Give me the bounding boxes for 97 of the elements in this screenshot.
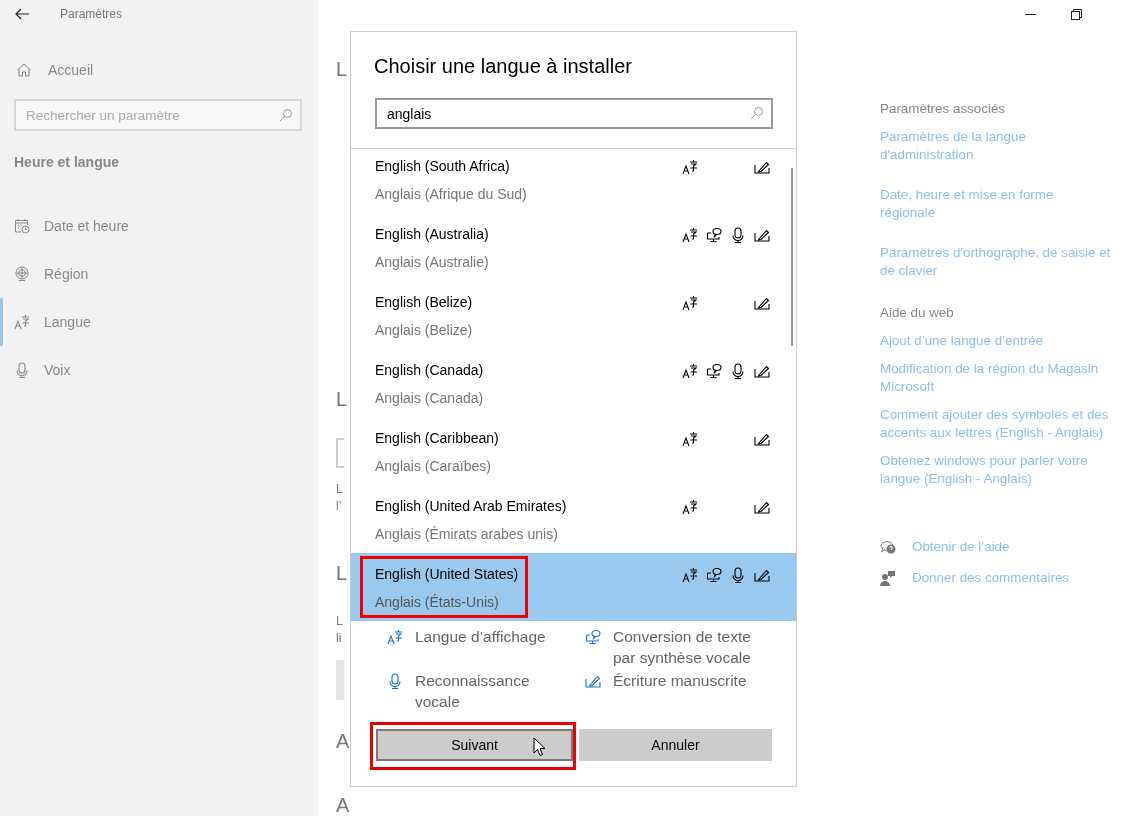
cancel-button[interactable]: Annuler — [579, 729, 772, 761]
sidebar-item[interactable]: Langue — [0, 298, 318, 346]
text-fragment: l’ — [336, 499, 343, 514]
language-native-name: Anglais (Australie) — [375, 253, 490, 272]
display-language-icon — [682, 567, 698, 583]
settings-link[interactable]: Paramètres de la langue d'administration — [880, 128, 1111, 164]
minimize-icon[interactable] — [1024, 13, 1036, 15]
scrollbar[interactable] — [791, 168, 793, 346]
heading-fragment: A — [336, 793, 350, 816]
legend-label: Conversion de texte par synthèse vocale — [613, 627, 752, 668]
window-title: Paramètres — [60, 7, 123, 21]
display-language-icon — [682, 159, 698, 175]
section-heading: Aide du web — [880, 304, 955, 322]
help-link[interactable]: Obtenez windows pour parler votre langue (English - Anglais) — [880, 452, 1111, 488]
next-button[interactable]: Suivant — [376, 729, 573, 761]
language-row[interactable]: English (South Africa) Anglais (Afrique du Sud) — [351, 149, 796, 213]
text-fragment: L — [336, 614, 344, 629]
microphone-icon — [387, 673, 403, 689]
button-fragment — [336, 660, 344, 700]
language-row[interactable]: English (United Arab Emirates) Anglais (Émirats arabes unis) — [351, 485, 796, 553]
calendar-clock-icon — [14, 218, 30, 234]
mouse-pointer-icon — [533, 737, 547, 757]
handwriting-icon — [754, 227, 770, 243]
language-name: English (United Arab Emirates) — [375, 497, 568, 516]
handwriting-icon — [754, 499, 770, 515]
handwriting-icon — [754, 295, 770, 311]
sidebar-item[interactable]: Date et heure — [0, 202, 318, 250]
language-native-name: Anglais (Belize) — [375, 321, 474, 340]
help-link[interactable]: Ajout d’une langue d’entrée — [880, 332, 1111, 350]
restore-icon[interactable] — [1070, 8, 1082, 20]
speech-monitor-icon — [585, 629, 601, 645]
field-fragment — [336, 438, 344, 468]
microphone-icon — [14, 362, 30, 378]
home-link[interactable]: Accueil — [16, 61, 318, 79]
language-row[interactable]: English (Caribbean) Anglais (Caraïbes) — [351, 417, 796, 485]
language-row[interactable]: English (Canada) Anglais (Canada) — [351, 349, 796, 417]
language-native-name: Anglais (Émirats arabes unis) — [375, 525, 559, 544]
language-native-name: Anglais (États-Unis) — [375, 593, 500, 612]
legend-label: Langue d’affichage — [415, 627, 546, 647]
display-language-icon — [682, 295, 698, 311]
handwriting-icon — [754, 363, 770, 379]
language-native-name: Anglais (Afrique du Sud) — [375, 185, 528, 204]
sidebar-item[interactable]: Région — [0, 250, 318, 298]
speech-monitor-icon — [706, 363, 722, 379]
microphone-icon — [730, 567, 746, 583]
legend-label: Écriture manuscrite — [613, 671, 747, 691]
section-heading: Paramètres associés — [880, 100, 1007, 118]
handwriting-icon — [754, 159, 770, 175]
display-language-icon — [682, 363, 698, 379]
display-language-icon — [682, 499, 698, 515]
language-native-name: Anglais (Caraïbes) — [375, 457, 492, 476]
display-language-icon — [682, 431, 698, 447]
help-link[interactable]: Modification de la région du Magasin Microsoft — [880, 360, 1111, 396]
text-fragment: li — [336, 631, 343, 646]
microphone-icon — [730, 363, 746, 379]
heading-fragment: L — [336, 387, 349, 412]
display-language-icon — [387, 629, 403, 645]
language-native-name: Anglais (Canada) — [375, 389, 485, 408]
language-name: English (Belize) — [375, 293, 474, 312]
language-name: English (Canada) — [375, 361, 485, 380]
language-row[interactable]: English (Belize) Anglais (Belize) — [351, 281, 796, 349]
language-name: English (Caribbean) — [375, 429, 500, 448]
language-row[interactable]: English (Australia) Anglais (Australie) — [351, 213, 796, 281]
heading-fragment: L — [336, 561, 349, 586]
dialog-title: Choisir une langue à installer — [374, 54, 633, 79]
language-row[interactable]: English (United States) Anglais (États-Unis) — [351, 553, 796, 621]
feedback-person-icon — [880, 570, 896, 586]
help-link[interactable]: Comment ajouter des symboles et des accents aux lettres (English - Anglais) — [880, 406, 1111, 442]
language-name: English (United States) — [375, 565, 520, 584]
search-icon — [279, 108, 293, 122]
heading-fragment: A — [336, 729, 350, 754]
handwriting-icon — [754, 567, 770, 583]
language-name: English (South Africa) — [375, 157, 511, 176]
legend-label: Reconnaissance vocale — [415, 671, 531, 712]
search-icon — [750, 106, 764, 120]
section-heading: Heure et langue — [14, 154, 121, 170]
settings-link[interactable]: Paramètres d'orthographe, de saisie et de clavier — [880, 244, 1111, 280]
heading-fragment: L — [336, 57, 349, 82]
help-chat-icon — [880, 539, 896, 555]
sidebar-item[interactable]: Voix — [0, 346, 318, 394]
support-link[interactable]: Donner des commentaires — [912, 569, 1070, 587]
handwriting-icon — [585, 673, 601, 689]
settings-link[interactable]: Date, heure et mise en forme régionale — [880, 186, 1111, 222]
language-name: English (Australia) — [375, 225, 490, 244]
back-arrow-icon[interactable] — [14, 6, 30, 22]
microphone-icon — [730, 227, 746, 243]
home-icon — [16, 62, 32, 78]
speech-monitor-icon — [706, 227, 722, 243]
display-language-icon — [14, 314, 30, 330]
support-link[interactable]: Obtenir de l’aide — [912, 538, 1010, 556]
search-field[interactable]: Rechercher un paramètre — [14, 99, 302, 131]
globe-icon — [14, 266, 30, 282]
handwriting-icon — [754, 431, 770, 447]
speech-monitor-icon — [706, 567, 722, 583]
text-fragment: L — [336, 482, 344, 497]
language-search-field[interactable]: anglais — [375, 98, 773, 129]
display-language-icon — [682, 227, 698, 243]
